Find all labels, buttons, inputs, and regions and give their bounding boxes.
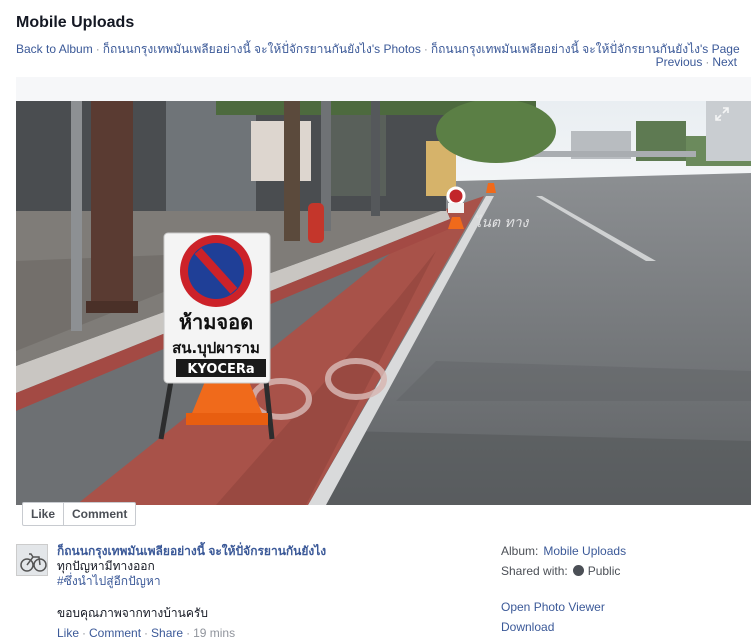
globe-icon[interactable] (572, 565, 584, 576)
post-action-separator: · (82, 626, 87, 640)
photo-action-bar: Like Comment (22, 502, 137, 526)
sign-line-1: ห้ามจอด (179, 310, 253, 334)
post-action-separator: · (144, 626, 149, 640)
privacy-value[interactable]: Public (588, 564, 621, 578)
post-author[interactable]: ก็ถนนกรุงเทพมันเพลียอย่างนี้ จะให้ปั่จัก… (57, 544, 477, 559)
pager-separator: · (705, 55, 710, 69)
photo-pager: Previous · Next (656, 55, 737, 69)
breadcrumb-separator: · (95, 42, 100, 56)
post-action-separator: · (186, 626, 191, 640)
avatar[interactable] (16, 544, 48, 576)
post-share-link[interactable]: Share (151, 626, 183, 640)
post-comment-link[interactable]: Comment (89, 626, 141, 640)
back-to-album-link[interactable]: Back to Album (16, 42, 93, 56)
album-link[interactable]: Mobile Uploads (543, 544, 626, 558)
shared-with-row: Shared with: Public (501, 564, 746, 584)
no-parking-sign: ห้ามจอด สน.บุปผาราม KYOCERa (158, 232, 275, 440)
open-viewer-row: Open Photo Viewer (501, 600, 746, 620)
open-photo-viewer-link[interactable]: Open Photo Viewer (501, 600, 605, 614)
expand-icon[interactable] (715, 107, 729, 121)
page-link[interactable]: ก็ถนนกรุงเทพมันเพลียอย่างนี้ จะให้ปั่จัก… (431, 42, 740, 56)
breadcrumb: Back to Album · ก็ถนนกรุงเทพมันเพลียอย่างน… (16, 40, 741, 59)
bicycle-icon (17, 545, 47, 575)
album-row: Album: Mobile Uploads (501, 544, 746, 564)
post-like-link[interactable]: Like (57, 626, 79, 640)
post-line: ทุกปัญหามีทางออก (57, 559, 155, 573)
pole (71, 101, 82, 331)
photo-top-bar (16, 77, 751, 101)
photo-sidebar: Album: Mobile Uploads Shared with: Public … (501, 544, 746, 640)
page-title: Mobile Uploads (16, 14, 135, 31)
comment-button[interactable]: Comment (63, 503, 135, 525)
previous-link[interactable]: Previous (656, 55, 703, 69)
sign-brand: KYOCERa (187, 362, 254, 377)
road-text: ไนต ทาง (472, 214, 531, 231)
album-label: Album: (501, 544, 539, 558)
post-hashtag[interactable]: #ซึ่งนำไปสู่อีกปัญหา (57, 574, 477, 589)
photo-viewer[interactable]: ไนต ทาง ห้ามจอด สน.บุปผาราม KYOCERa (16, 101, 751, 505)
post-timestamp[interactable]: 19 mins (193, 626, 235, 640)
like-button[interactable]: Like (23, 503, 63, 525)
post-message: ขอบคุณภาพจากทางบ้านครับ (57, 606, 208, 620)
download-row: Download (501, 620, 746, 640)
sign-line-2: สน.บุปผาราม (172, 339, 260, 358)
next-link[interactable]: Next (712, 55, 737, 69)
photos-link[interactable]: ก็ถนนกรุงเทพมันเพลียอย่างนี้ จะให้ปั่จัก… (103, 42, 421, 56)
shared-with-label: Shared with: (501, 564, 568, 578)
breadcrumb-separator: · (423, 42, 428, 56)
hydrant (308, 203, 324, 243)
street-photo: ไนต ทาง ห้ามจอด สน.บุปผาราม KYOCERa (16, 101, 751, 505)
download-link[interactable]: Download (501, 620, 554, 634)
pillar (91, 101, 133, 311)
overpass (516, 151, 696, 157)
post-actions: Like · Comment · Share · 19 mins (57, 626, 477, 641)
post-content: ก็ถนนกรุงเทพมันเพลียอย่างนี้ จะให้ปั่จัก… (57, 544, 477, 641)
